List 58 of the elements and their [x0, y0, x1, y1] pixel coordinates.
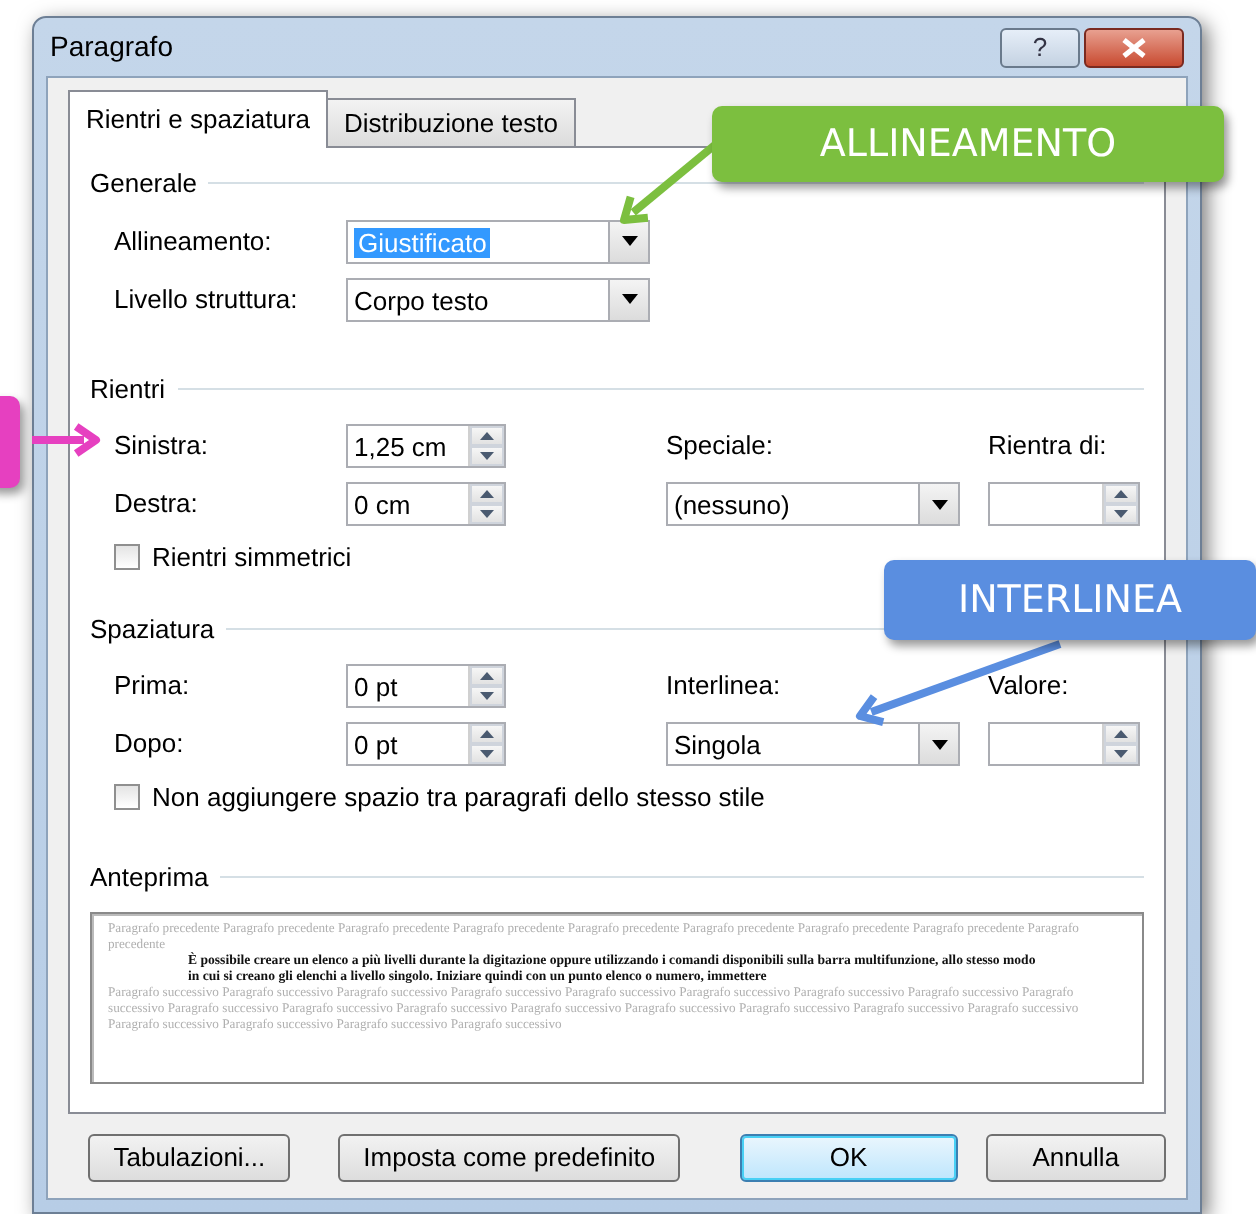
checkbox[interactable]: [114, 784, 140, 811]
field-label: Speciale:: [666, 428, 775, 465]
dropdown[interactable]: Corpo testo: [346, 277, 650, 321]
checkbox[interactable]: [114, 544, 140, 571]
section-title: Rientri: [90, 371, 166, 407]
window-title: Paragrafo: [50, 28, 173, 66]
field-label: Allineamento:: [114, 223, 274, 260]
dropdown-arrow-icon: [621, 294, 637, 304]
dropdown[interactable]: (nessuno): [666, 482, 960, 526]
checkbox-label: Rientri simmetrici: [152, 540, 352, 576]
dropdown-arrow-icon: [621, 236, 637, 246]
field-label: Dopo:: [114, 726, 186, 763]
spin-field[interactable]: 0 pt: [346, 664, 506, 708]
section-title: Anteprima: [90, 859, 209, 896]
down-arrow-icon[interactable]: [1114, 750, 1128, 758]
field-label: Destra:: [114, 486, 200, 523]
spin-field[interactable]: 0 pt: [346, 722, 506, 766]
dropdown[interactable]: Singola: [666, 722, 960, 766]
dialog-button[interactable]: Annulla: [985, 1134, 1166, 1182]
dropdown-value: Corpo testo: [354, 285, 489, 315]
tab[interactable]: Rientri e spaziatura: [68, 89, 328, 148]
dialog-button[interactable]: Tabulazioni...: [88, 1134, 291, 1182]
section-title: Generale: [90, 166, 197, 202]
down-arrow-icon[interactable]: [480, 452, 494, 460]
close-button[interactable]: [1084, 27, 1184, 67]
down-arrow-icon[interactable]: [480, 750, 494, 758]
field-label: Livello struttura:: [114, 281, 300, 318]
spin-field[interactable]: [988, 482, 1140, 526]
help-button[interactable]: ?: [1000, 27, 1080, 67]
field-label: Interlinea:: [666, 668, 783, 705]
dropdown-arrow-icon: [931, 739, 947, 749]
spin-field[interactable]: 1,25 cm: [346, 424, 506, 468]
spin-field[interactable]: 0 cm: [346, 482, 506, 526]
up-arrow-icon[interactable]: [480, 672, 494, 680]
down-arrow-icon[interactable]: [480, 692, 494, 700]
callout-label: ALLINEAMENTO: [712, 106, 1224, 182]
field-label: Sinistra:: [114, 428, 210, 465]
down-arrow-icon[interactable]: [480, 510, 494, 518]
tab[interactable]: Distribuzione testo: [326, 97, 576, 146]
down-arrow-icon[interactable]: [1114, 510, 1128, 518]
spin-field[interactable]: [988, 722, 1140, 766]
up-arrow-icon[interactable]: [1114, 730, 1128, 738]
field-label: Rientra di:: [988, 428, 1109, 465]
field-label: Prima:: [114, 668, 192, 705]
callout-arrow: [32, 423, 100, 457]
up-arrow-icon[interactable]: [480, 730, 494, 738]
section-title: Spaziatura: [90, 611, 215, 648]
checkbox-label: Non aggiungere spazio tra paragrafi dello stesso stile: [152, 780, 765, 816]
field-label: Valore:: [988, 668, 1071, 705]
close-icon: [1122, 37, 1146, 57]
up-arrow-icon[interactable]: [480, 432, 494, 440]
dropdown-arrow-icon: [931, 499, 947, 509]
dialog-button[interactable]: OK: [739, 1134, 958, 1182]
up-arrow-icon[interactable]: [1114, 490, 1128, 498]
dropdown-value: Giustificato: [354, 227, 491, 257]
callout-label: INTERLINEA: [884, 560, 1256, 640]
up-arrow-icon[interactable]: [480, 490, 494, 498]
dialog-button[interactable]: Imposta come predefinito: [338, 1134, 680, 1182]
